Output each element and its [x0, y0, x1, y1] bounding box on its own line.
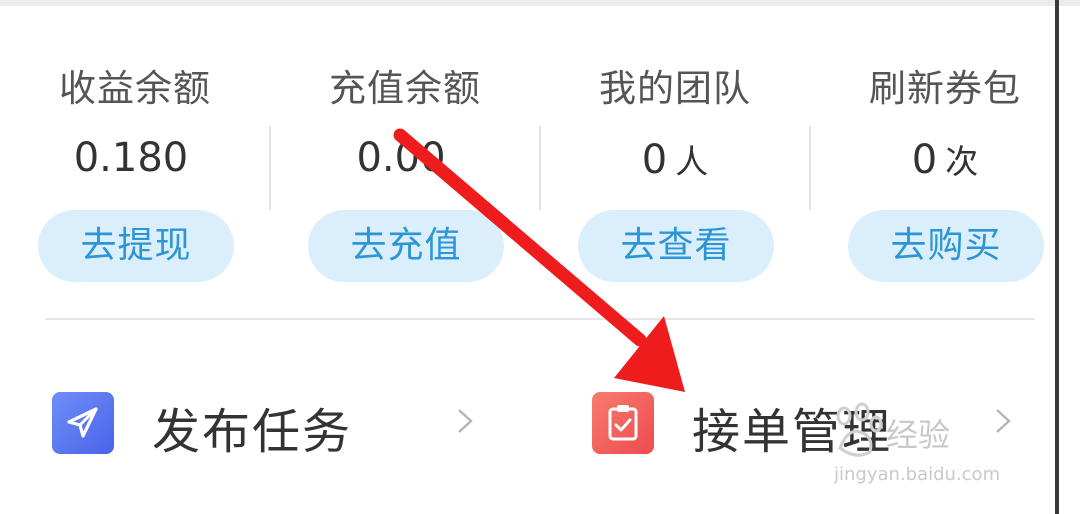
red-arrow-annotation — [393, 128, 685, 392]
screen-edge — [1055, 0, 1059, 514]
